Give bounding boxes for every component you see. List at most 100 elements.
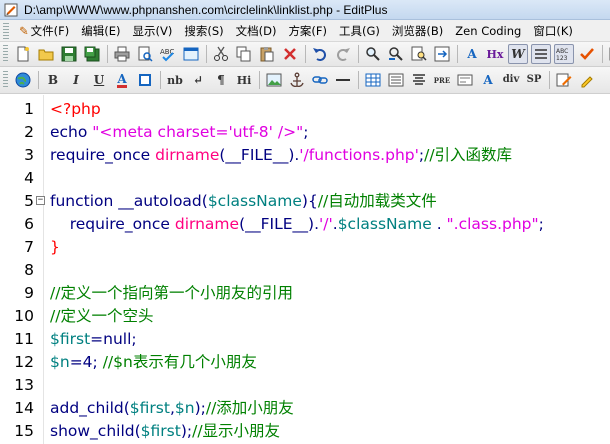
italic-button[interactable]: I — [66, 70, 86, 90]
horizontal-rule-icon — [336, 79, 350, 81]
print-preview-button[interactable] — [135, 44, 155, 64]
menu-tools[interactable]: 工具(G) — [333, 21, 386, 41]
code-token: //$n表示有几个小朋友 — [102, 353, 257, 371]
word-wrap-icon: W — [511, 47, 525, 61]
nbsp-button[interactable]: nb — [165, 70, 185, 90]
code-line[interactable]: 13 — [0, 374, 610, 397]
spell-check-button[interactable]: ABC — [158, 44, 178, 64]
table-button[interactable] — [363, 70, 383, 90]
ruler-button[interactable]: ABC 123 — [554, 44, 574, 64]
find-in-files-button[interactable] — [409, 44, 429, 64]
code-line[interactable]: 15 show_child($first);//显示小朋友 — [0, 420, 610, 443]
color-picker-button[interactable] — [577, 70, 597, 90]
font-color-button[interactable]: A — [112, 70, 132, 90]
browser-button[interactable] — [13, 70, 33, 90]
menu-document[interactable]: 文档(D) — [230, 21, 283, 41]
code-line[interactable]: 3 require_once dirname(__FILE__).'/functi… — [0, 144, 610, 167]
word-wrap-button[interactable]: W — [508, 44, 528, 64]
hr-button[interactable] — [333, 70, 353, 90]
code-text: <?php — [50, 98, 101, 121]
undo-button[interactable] — [310, 44, 330, 64]
new-file-button[interactable] — [13, 44, 33, 64]
code-line[interactable]: 6 require_once dirname(__FILE__).'/'.$cl… — [0, 213, 610, 236]
print-button[interactable] — [112, 44, 132, 64]
goto-line-button[interactable] — [432, 44, 452, 64]
line-break-button[interactable]: ↵ — [188, 70, 208, 90]
pre-button[interactable]: PRE — [432, 70, 452, 90]
menu-search[interactable]: 搜索(S) — [178, 21, 229, 41]
code-line[interactable]: 2 echo "<meta charset='utf-8' />"; — [0, 121, 610, 144]
code-text: require_once dirname(__FILE__).'/'.$clas… — [50, 213, 544, 236]
paragraph-button[interactable]: ¶ — [211, 70, 231, 90]
div-button[interactable]: div — [501, 70, 521, 90]
menu-project[interactable]: 方案(F) — [282, 21, 333, 41]
menu-zen-coding[interactable]: Zen Coding — [449, 21, 527, 41]
hex-viewer-button[interactable]: Hx — [485, 44, 505, 64]
code-token: echo — [50, 123, 93, 141]
code-token: __autoload( — [118, 192, 208, 210]
save-button[interactable] — [59, 44, 79, 64]
heading-button[interactable]: Hi — [234, 70, 254, 90]
menu-browser[interactable]: 浏览器(B) — [386, 21, 449, 41]
find-button[interactable] — [363, 44, 383, 64]
code-line[interactable]: 10 //定义一个空头 — [0, 305, 610, 328]
code-line[interactable]: 14 add_child($first,$n);//添加小朋友 — [0, 397, 610, 420]
toolbar-grip[interactable] — [3, 45, 8, 63]
open-file-button[interactable] — [36, 44, 56, 64]
code-line[interactable]: 9 //定义一个指向第一个小朋友的引用 — [0, 282, 610, 305]
copy-icon — [236, 46, 251, 62]
menu-window[interactable]: 窗口(K) — [527, 21, 579, 41]
font-icon: A — [483, 73, 493, 87]
code-line[interactable]: 4 — [0, 167, 610, 190]
code-line[interactable]: 8 — [0, 259, 610, 282]
code-line[interactable]: 1 <?php — [0, 98, 610, 121]
line-number: 3 — [24, 146, 34, 164]
edit-tag-button[interactable] — [554, 70, 574, 90]
underline-button[interactable]: U — [89, 70, 109, 90]
code-line[interactable]: 5− function __autoload($className){//自动加载… — [0, 190, 610, 213]
toolbar-grip[interactable] — [3, 71, 8, 89]
code-editor[interactable]: 1 <?php 2 echo "<meta charset='utf-8' />"; 3… — [0, 95, 610, 444]
replace-button[interactable] — [386, 44, 406, 64]
code-token: ); — [180, 422, 193, 440]
bold-button[interactable]: B — [43, 70, 63, 90]
code-line[interactable]: 12 $n=4; //$n表示有几个小朋友 — [0, 351, 610, 374]
menu-grip[interactable] — [3, 22, 9, 39]
globe-icon — [15, 72, 31, 88]
code-text: echo "<meta charset='utf-8' />"; — [50, 121, 308, 144]
delete-button[interactable] — [280, 44, 300, 64]
browser-preview-button[interactable] — [181, 44, 201, 64]
image-button[interactable] — [264, 70, 284, 90]
span-button[interactable]: SP — [524, 70, 544, 90]
save-all-button[interactable] — [82, 44, 102, 64]
redo-button[interactable] — [333, 44, 353, 64]
code-line[interactable]: 7} — [0, 236, 610, 259]
code-line[interactable]: 11 $first=null; — [0, 328, 610, 351]
anchor-icon — [290, 72, 304, 88]
copy-button[interactable] — [234, 44, 254, 64]
hex-icon: Hx — [486, 47, 504, 61]
table-icon — [365, 73, 381, 87]
cut-button[interactable] — [211, 44, 231, 64]
list-button[interactable] — [386, 70, 406, 90]
menu-view[interactable]: 显示(V) — [126, 21, 178, 41]
code-token: $first — [50, 330, 91, 348]
line-number-button[interactable] — [531, 44, 551, 64]
fold-toggle-icon[interactable]: − — [36, 196, 45, 205]
font-button[interactable]: A — [478, 70, 498, 90]
menu-file[interactable]: ✎ 文件(F) — [13, 21, 75, 41]
form-button[interactable] — [455, 70, 475, 90]
menu-edit[interactable]: 编辑(E) — [75, 21, 126, 41]
code-text: function __autoload($className){//自动加载类文… — [50, 190, 437, 213]
link-button[interactable] — [310, 70, 330, 90]
font-size-button[interactable]: A — [462, 44, 482, 64]
check-button[interactable] — [577, 44, 597, 64]
paste-button[interactable] — [257, 44, 277, 64]
align-center-button[interactable] — [409, 70, 429, 90]
find-icon — [366, 47, 380, 61]
highlight-button[interactable] — [135, 70, 155, 90]
list-icon — [388, 73, 404, 87]
anchor-button[interactable] — [287, 70, 307, 90]
paste-icon — [260, 47, 274, 62]
code-token: //添加小朋友 — [205, 399, 294, 417]
